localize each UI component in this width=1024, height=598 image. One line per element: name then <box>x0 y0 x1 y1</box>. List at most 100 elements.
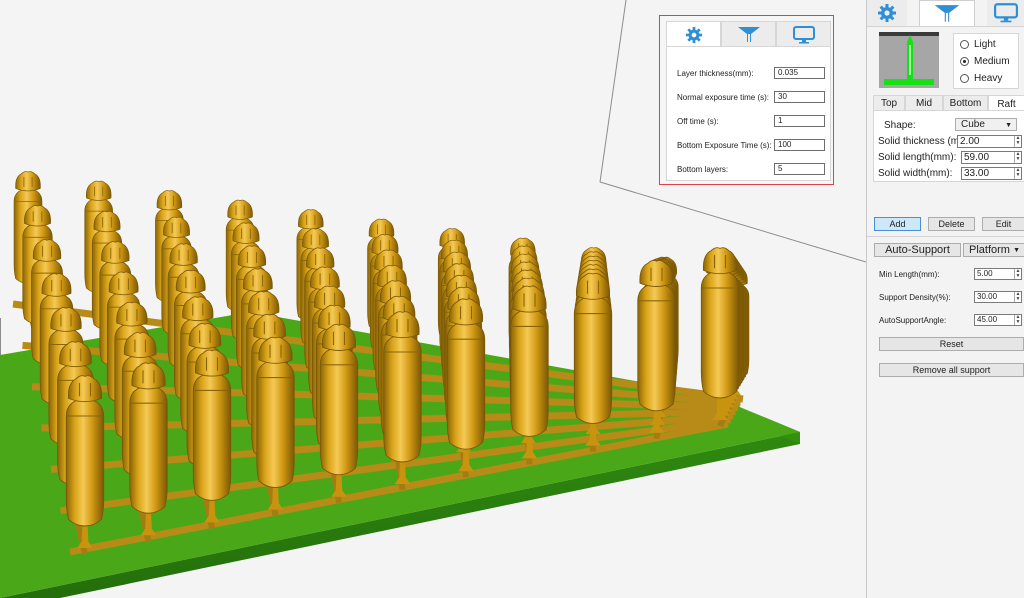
panel-tab-support[interactable] <box>919 0 975 26</box>
solid-length-input-wrap: 59.00 ▲ ▼ <box>961 151 1022 164</box>
support-panel: Light Medium Heavy Top Mid Bottom Raft S… <box>866 0 1024 598</box>
spinner-icon[interactable]: ▲ ▼ <box>1014 168 1021 179</box>
density-option-medium[interactable]: Medium <box>960 54 1010 68</box>
field-label: Layer thickness(mm): <box>677 68 754 78</box>
input-value: 2.00 <box>960 136 980 147</box>
solid-length-row: Solid length(mm): <box>878 151 956 164</box>
support-icon <box>934 4 960 23</box>
radio-label: Heavy <box>974 72 1003 84</box>
radio-button-selected[interactable] <box>960 56 969 66</box>
chevron-down-icon: ▼ <box>1005 122 1012 129</box>
autosupport-angle-input-wrap: 45.00 ▲ ▼ <box>974 314 1022 326</box>
layer-thickness-input[interactable]: 0.035 <box>774 67 825 79</box>
model-body <box>192 372 232 501</box>
panel-tab-settings[interactable] <box>867 0 907 26</box>
model-body <box>383 333 422 463</box>
radio-button[interactable] <box>960 39 969 49</box>
raft-shape-select[interactable]: Cube ▼ <box>955 118 1017 131</box>
model-body <box>637 282 676 412</box>
select-value: Cube <box>961 119 985 130</box>
min-length-row: Min Length(mm): <box>879 268 939 280</box>
spinner-icon[interactable]: ▲ ▼ <box>1014 152 1021 163</box>
popup-settings-body: Layer thickness(mm): 0.035 Normal exposu… <box>666 46 831 181</box>
popup-tab-display[interactable] <box>776 21 831 47</box>
popup-tab-bar <box>666 21 831 47</box>
popup-tab-support[interactable] <box>721 21 776 47</box>
support-part-tabs: Top Mid Bottom Raft <box>873 95 1024 112</box>
monitor-icon <box>994 3 1018 23</box>
model-body <box>65 397 105 527</box>
monitor-icon <box>792 25 815 43</box>
model-body <box>446 321 486 450</box>
support-density-input[interactable]: 30.00 ▲ ▼ <box>974 291 1022 303</box>
remove-all-support-button[interactable]: Remove all support <box>879 363 1024 377</box>
input-value: 59.00 <box>964 152 990 163</box>
delete-support-button[interactable]: Delete <box>928 217 975 231</box>
tab-mid[interactable]: Mid <box>905 95 943 111</box>
min-length-input[interactable]: 5.00 ▲ ▼ <box>974 268 1022 280</box>
spinner-icon[interactable]: ▲ ▼ <box>1014 269 1021 279</box>
tab-bottom[interactable]: Bottom <box>943 95 988 111</box>
bottom-exposure-row: Bottom Exposure Time (s): 100 <box>677 138 825 152</box>
input-value: 33.00 <box>964 168 990 179</box>
spinner-icon[interactable]: ▲ ▼ <box>1014 292 1021 302</box>
model-body <box>319 346 359 476</box>
chevron-down-icon: ▼ <box>1013 247 1020 254</box>
model-body <box>256 359 295 489</box>
panel-tab-display[interactable] <box>987 0 1024 26</box>
select-value: Platform <box>969 244 1010 256</box>
popup-tab-settings[interactable] <box>666 21 721 47</box>
normal-exposure-row: Normal exposure time (s): 30 <box>677 90 825 104</box>
density-option-heavy[interactable]: Heavy <box>960 71 1002 85</box>
field-label: Off time (s): <box>677 116 719 126</box>
auto-support-button[interactable]: Auto-Support <box>874 243 961 257</box>
off-time-row: Off time (s): 1 <box>677 114 825 128</box>
solid-width-row: Solid width(mm): <box>878 167 952 180</box>
model-body <box>129 385 168 514</box>
support-preview-image <box>879 32 939 88</box>
reset-button[interactable]: Reset <box>879 337 1024 351</box>
autosupport-angle-row: AutoSupportAngle: <box>879 314 946 326</box>
solid-thickness-input-wrap: 2.00 ▲ ▼ <box>957 135 1022 148</box>
field-label: Normal exposure time (s): <box>677 92 770 102</box>
model-body <box>510 308 549 437</box>
edit-support-button[interactable]: Edit <box>982 217 1024 231</box>
model-body <box>700 269 740 399</box>
spinner-icon[interactable]: ▲ ▼ <box>1014 136 1021 147</box>
bottom-layers-input[interactable]: 5 <box>774 163 825 175</box>
bottom-exposure-input[interactable]: 100 <box>774 139 825 151</box>
solid-width-input-wrap: 33.00 ▲ ▼ <box>961 167 1022 180</box>
radio-label: Light <box>974 38 996 50</box>
off-time-input[interactable]: 1 <box>774 115 825 127</box>
support-density-row: Support Density(%): <box>879 291 951 303</box>
add-support-button[interactable]: Add <box>874 217 921 231</box>
layer-thickness-row: Layer thickness(mm): 0.035 <box>677 66 825 80</box>
gear-icon <box>878 4 896 22</box>
solid-width-input[interactable]: 33.00 ▲ ▼ <box>961 167 1022 180</box>
input-value: 30.00 <box>977 292 998 301</box>
field-label: Solid length(mm): <box>878 152 957 163</box>
density-option-light[interactable]: Light <box>960 37 996 51</box>
tab-top[interactable]: Top <box>873 95 905 111</box>
auto-support-target-select[interactable]: Platform ▼ <box>963 243 1024 257</box>
autosupport-angle-input[interactable]: 45.00 ▲ ▼ <box>974 314 1022 326</box>
field-label: AutoSupportAngle: <box>879 315 947 325</box>
field-label: Shape: <box>884 120 916 131</box>
radio-button[interactable] <box>960 73 969 83</box>
divider <box>867 236 1024 237</box>
solid-thickness-input[interactable]: 2.00 ▲ ▼ <box>957 135 1022 148</box>
input-value: 5.00 <box>977 269 993 278</box>
support-density-group: Light Medium Heavy <box>953 33 1019 89</box>
normal-exposure-input[interactable]: 30 <box>774 91 825 103</box>
field-label: Bottom Exposure Time (s): <box>677 140 772 150</box>
model-body <box>573 295 613 425</box>
field-label: Solid width(mm): <box>878 168 953 179</box>
min-length-input-wrap: 5.00 ▲ ▼ <box>974 268 1022 280</box>
divider <box>867 26 1024 27</box>
input-value: 45.00 <box>977 315 998 324</box>
spinner-icon[interactable]: ▲ ▼ <box>1014 315 1021 325</box>
field-label: Support Density(%): <box>879 292 951 302</box>
support-icon <box>737 26 760 43</box>
bottom-layers-row: Bottom layers: 5 <box>677 162 825 176</box>
solid-length-input[interactable]: 59.00 ▲ ▼ <box>961 151 1022 164</box>
